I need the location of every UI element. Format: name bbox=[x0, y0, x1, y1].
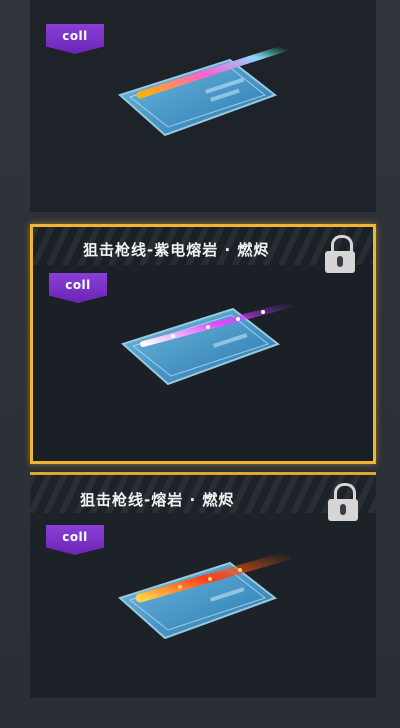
lock-icon bbox=[328, 483, 358, 523]
collection-badge: coll bbox=[46, 525, 104, 555]
skin-name: 狙击枪线-熔岩 · 燃烬 bbox=[80, 491, 235, 509]
lock-icon bbox=[325, 235, 355, 275]
skin-card-1[interactable]: coll bbox=[30, 0, 376, 212]
skin-card-2[interactable]: 狙击枪线-紫电熔岩 · 燃烬 coll bbox=[30, 224, 376, 464]
skin-list: coll 狙击枪线-紫电熔岩 · 燃烬 coll 狙击枪线-熔岩 · 燃烬 co… bbox=[0, 0, 400, 728]
collection-badge: coll bbox=[46, 24, 104, 54]
item-card-icon bbox=[118, 44, 289, 137]
item-card-icon bbox=[121, 301, 293, 386]
item-card-icon bbox=[118, 550, 290, 640]
skin-name: 狙击枪线-紫电熔岩 · 燃烬 bbox=[83, 241, 270, 259]
skin-card-3[interactable]: 狙击枪线-熔岩 · 燃烬 coll bbox=[30, 472, 376, 698]
collection-badge: coll bbox=[49, 273, 107, 303]
